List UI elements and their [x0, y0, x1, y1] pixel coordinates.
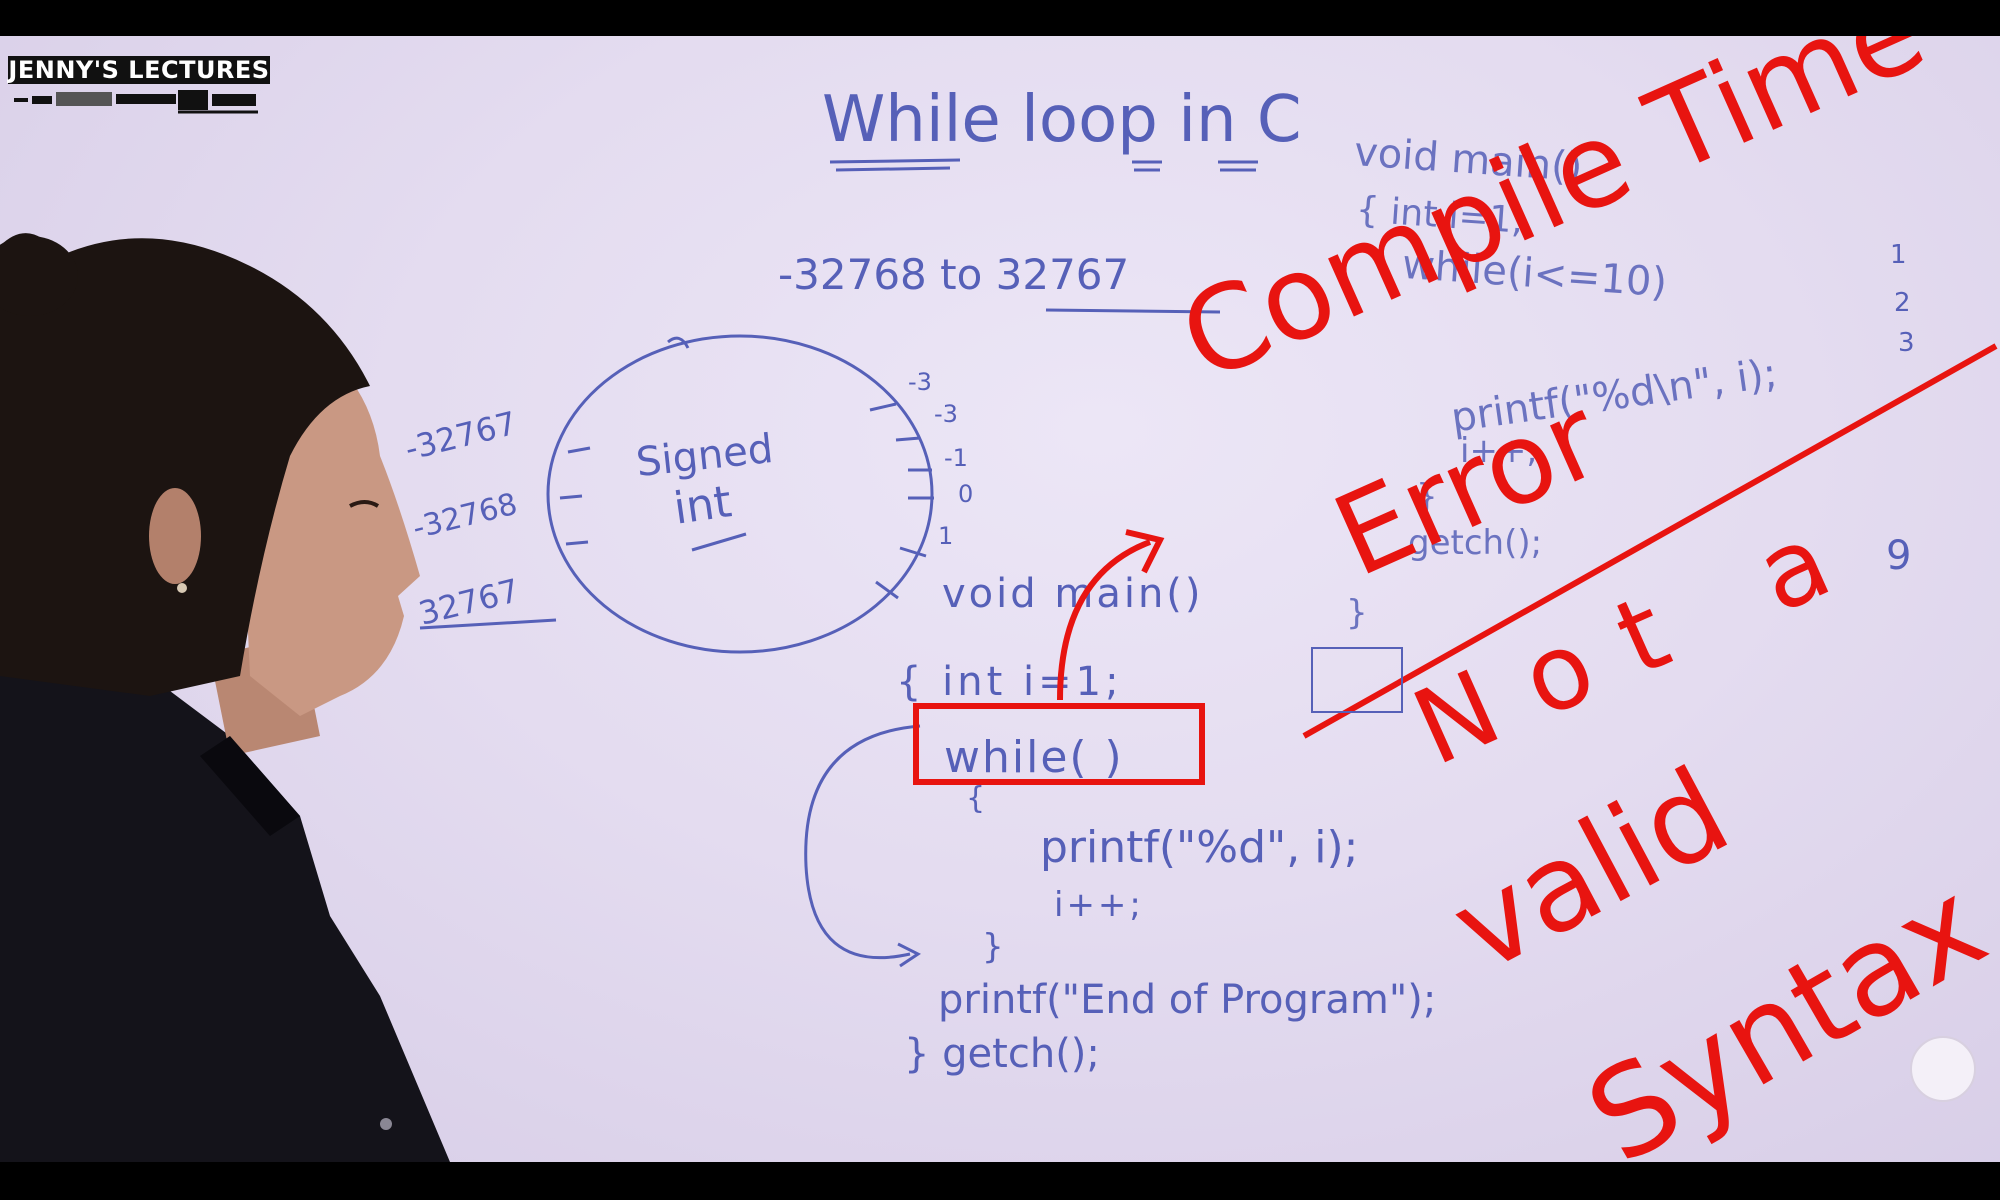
letterbox-bottom	[0, 1162, 2000, 1200]
channel-watermark-avatar	[1910, 1036, 1976, 1102]
presenter	[0, 233, 450, 1162]
letterbox-top	[0, 0, 2000, 36]
video-frame: JENNY'S LECTURES While loop in C -32768 …	[0, 0, 2000, 1200]
whiteboard: JENNY'S LECTURES While loop in C -32768 …	[0, 36, 2000, 1162]
